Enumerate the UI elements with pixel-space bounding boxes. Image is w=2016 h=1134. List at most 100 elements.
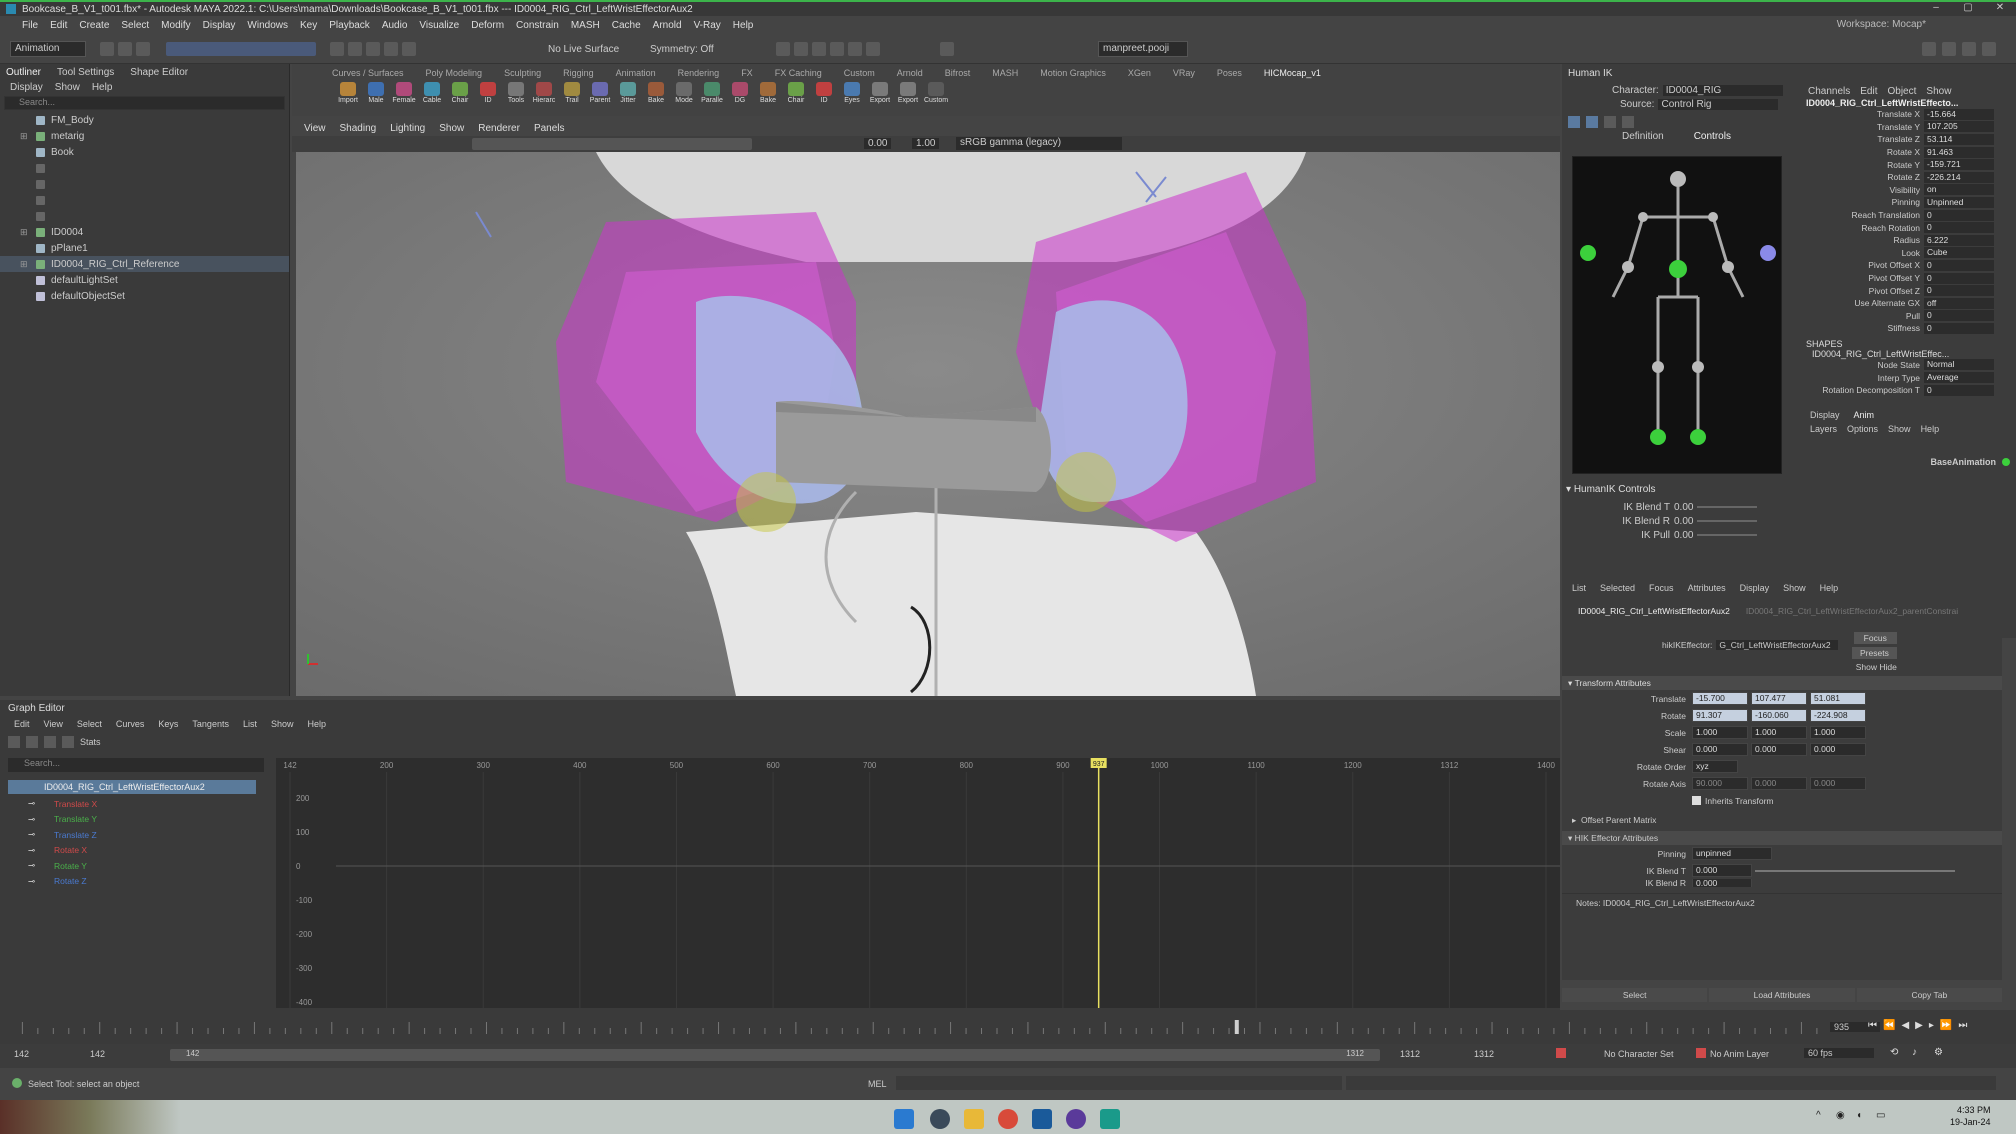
graph-menu-list[interactable]: List [243, 719, 257, 729]
shelf-button[interactable]: Hierarc [532, 82, 556, 108]
shelf-button[interactable]: Male [364, 82, 388, 108]
ae-presets-button[interactable]: Presets [1852, 647, 1897, 659]
channel-row[interactable]: Rotate X 91.463 [1802, 146, 2016, 159]
graph-node-item[interactable]: ID0004_RIG_Ctrl_LeftWristEffectorAux2 [8, 780, 256, 794]
shelf-button[interactable]: ID [812, 82, 836, 108]
menu-deform[interactable]: Deform [471, 20, 504, 31]
pinning-dropdown[interactable]: unpinned [1692, 847, 1772, 860]
mel-label[interactable]: MEL [868, 1079, 887, 1089]
ae-load-attributes-button[interactable]: Load Attributes [1709, 988, 1855, 1002]
channel-row[interactable]: Rotate Z -226.214 [1802, 171, 2016, 184]
graph-menu-curves[interactable]: Curves [116, 719, 145, 729]
layer-menu-help[interactable]: Help [1921, 424, 1940, 434]
ae-menu-show[interactable]: Show [1783, 583, 1806, 593]
graph-curve-item[interactable]: ⊸ Rotate Y [28, 858, 97, 874]
outliner-item[interactable]: ⊞ metarig [0, 128, 289, 144]
rotate-z-field[interactable]: -224.908 [1810, 709, 1866, 722]
graph-menu-help[interactable]: Help [307, 719, 326, 729]
menu-select[interactable]: Select [121, 20, 149, 31]
ae-tab-effector[interactable]: ID0004_RIG_Ctrl_LeftWristEffectorAux2 [1578, 606, 1730, 616]
channel-row[interactable]: Interp Type Average [1802, 371, 2016, 384]
rotate-axis-z-field[interactable]: 0.000 [1810, 777, 1866, 790]
render-view-icon[interactable] [848, 42, 862, 56]
outliner-item[interactable]: Book [0, 144, 289, 160]
channel-row[interactable]: Translate X -15.664 [1802, 108, 2016, 121]
shelf-button[interactable]: Tools [504, 82, 528, 108]
channel-value[interactable]: Cube [1924, 247, 1994, 259]
channel-value[interactable]: 0 [1924, 322, 1994, 334]
channels-menu-channels[interactable]: Channels [1808, 86, 1850, 97]
ae-node-name-field[interactable]: G_Ctrl_LeftWristEffectorAux2 [1716, 640, 1839, 650]
graph-menu-tangents[interactable]: Tangents [192, 719, 229, 729]
rotate-order-dropdown[interactable]: xyz [1692, 760, 1738, 773]
channel-row[interactable]: Use Alternate GX off [1802, 297, 2016, 310]
hik-tool-icon[interactable] [1622, 116, 1634, 128]
menu-edit[interactable]: Edit [50, 20, 67, 31]
layout-icon-1[interactable] [1922, 42, 1936, 56]
rotate-axis-x-field[interactable]: 90.000 [1692, 777, 1748, 790]
outliner-item[interactable]: ⊞ ID0004 [0, 224, 289, 240]
playback-start-field[interactable]: 142 [90, 1049, 105, 1059]
menu-file[interactable]: File [22, 20, 38, 31]
hypershade-icon[interactable] [830, 42, 844, 56]
search-icon[interactable] [930, 1109, 950, 1129]
scale-y-field[interactable]: 1.000 [1751, 726, 1807, 739]
lock-icon[interactable] [330, 42, 344, 56]
playback-end-field[interactable]: 1312 [1400, 1049, 1420, 1059]
snap-view-icon[interactable] [402, 42, 416, 56]
shelf-tab[interactable]: XGen [1128, 68, 1151, 78]
maximize-icon[interactable]: ▢ [1952, 2, 1984, 13]
channel-row[interactable]: Stiffness 0 [1802, 322, 2016, 335]
viewport-menu-lighting[interactable]: Lighting [390, 123, 425, 134]
channel-row[interactable]: Rotation Decomposition T0 [1802, 384, 2016, 397]
channel-value[interactable]: Unpinned [1924, 196, 1994, 208]
channel-row[interactable]: Node State Normal [1802, 359, 2016, 372]
ae-focus-button[interactable]: Focus [1853, 632, 1897, 644]
render-icon[interactable] [776, 42, 790, 56]
shelf-tab[interactable]: VRay [1173, 68, 1195, 78]
menu-key[interactable]: Key [300, 20, 317, 31]
tray-chevron-icon[interactable]: ^ [1816, 1110, 1821, 1121]
anim-layer-dropdown[interactable]: No Anim Layer [1710, 1049, 1769, 1059]
menu-cache[interactable]: Cache [612, 20, 641, 31]
viewport-menu-renderer[interactable]: Renderer [478, 123, 520, 134]
chrome-icon[interactable] [998, 1109, 1018, 1129]
outliner-item[interactable]: FM_Body [0, 112, 289, 128]
user-account-dropdown[interactable]: manpreet.pooji [1098, 41, 1188, 57]
channel-value[interactable]: 0 [1924, 272, 1994, 284]
app-icon[interactable] [1066, 1109, 1086, 1129]
shelf-button[interactable]: Cable [420, 82, 444, 108]
shelf-tab[interactable]: Sculpting [504, 68, 541, 78]
channel-row[interactable]: Reach Translation 0 [1802, 209, 2016, 222]
ik-blend-t-slider[interactable] [1697, 506, 1758, 508]
network-icon[interactable]: ◉ [1836, 1110, 1845, 1121]
menu-arnold[interactable]: Arnold [653, 20, 682, 31]
shelf-tab[interactable]: Poses [1217, 68, 1242, 78]
outliner-search-input[interactable]: Search... [4, 96, 285, 110]
shelf-tab[interactable]: Rigging [563, 68, 594, 78]
menu-modify[interactable]: Modify [161, 20, 190, 31]
viewport-menu-shading[interactable]: Shading [340, 123, 377, 134]
volume-icon[interactable]: ◖ [1856, 1110, 1862, 1121]
graph-curve-item[interactable]: ⊸ Rotate X [28, 843, 97, 859]
snap-curve-icon[interactable] [366, 42, 380, 56]
channel-row[interactable]: Visibility on [1802, 184, 2016, 197]
ae-notes[interactable]: Notes: ID0004_RIG_Ctrl_LeftWristEffector… [1562, 893, 2002, 908]
ae-menu-help[interactable]: Help [1820, 583, 1839, 593]
outliner-item[interactable] [0, 208, 289, 224]
shelf-button[interactable]: Import [336, 82, 360, 108]
channel-row[interactable]: Reach Rotation 0 [1802, 221, 2016, 234]
base-animation-layer[interactable]: BaseAnimation [1808, 454, 2010, 470]
step-back-key-icon[interactable]: ⏪ [1883, 1020, 1895, 1031]
fps-dropdown[interactable]: 60 fps [1804, 1048, 1874, 1058]
ae-menu-list[interactable]: List [1572, 583, 1586, 593]
channel-row[interactable]: Rotate Y -159.721 [1802, 158, 2016, 171]
shelf-button[interactable]: Trail [560, 82, 584, 108]
layer-menu-layers[interactable]: Layers [1810, 424, 1837, 434]
graph-tool-icon[interactable] [62, 736, 74, 748]
ik-blend-r-value[interactable]: 0.00 [1674, 516, 1693, 527]
outliner-menu-help[interactable]: Help [92, 82, 113, 93]
weather-widget[interactable] [0, 1100, 180, 1134]
viewport-menu-panels[interactable]: Panels [534, 123, 565, 134]
translate-z-field[interactable]: 51.081 [1810, 692, 1866, 705]
